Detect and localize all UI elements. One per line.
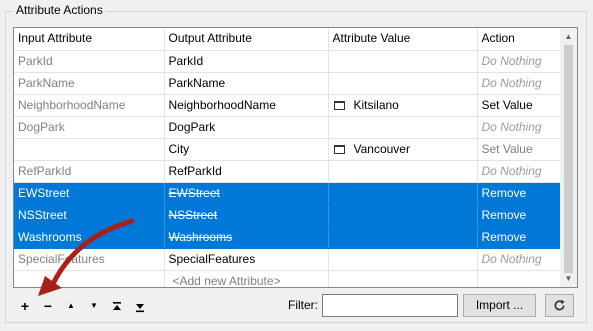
output-attribute-cell[interactable]: NeighborhoodName — [164, 94, 329, 117]
attribute-value-label: Vancouver — [353, 141, 410, 156]
output-attribute-cell[interactable]: DogPark — [164, 116, 329, 139]
output-attribute-label: ParkName — [168, 75, 226, 90]
output-attribute-label: Washrooms — [168, 229, 233, 244]
move-to-top-icon — [113, 302, 121, 311]
action-cell[interactable]: Remove — [477, 204, 562, 227]
attribute-table: Input Attribute Output Attribute Attribu… — [14, 28, 562, 287]
attribute-value-cell[interactable] — [328, 226, 478, 249]
column-header-output[interactable]: Output Attribute — [164, 28, 329, 51]
output-attribute-cell[interactable]: EWStreet — [164, 182, 329, 205]
table-row[interactable]: ParkId ParkId Do Nothing — [14, 50, 562, 73]
output-attribute-label: DogPark — [168, 119, 216, 134]
attribute-grid[interactable]: Input Attribute Output Attribute Attribu… — [13, 27, 578, 288]
import-button[interactable]: Import ... — [463, 294, 536, 317]
output-attribute-cell[interactable]: ParkId — [164, 50, 329, 73]
add-attribute-button[interactable]: + — [15, 298, 35, 314]
refresh-button[interactable] — [545, 294, 574, 317]
value-editor-icon[interactable] — [333, 144, 345, 154]
output-attribute-label: NeighborhoodName — [168, 97, 276, 112]
output-attribute-label: EWStreet — [168, 185, 220, 200]
action-cell[interactable]: Do Nothing — [477, 50, 562, 73]
filter-label: Filter: — [288, 298, 318, 312]
table-row[interactable]: EWStreet EWStreet Remove — [14, 182, 562, 205]
empty-cell[interactable] — [14, 270, 165, 287]
table-row[interactable]: RefParkId RefParkId Do Nothing — [14, 160, 562, 183]
scroll-up-icon[interactable]: ▲ — [560, 28, 577, 45]
attribute-value-cell[interactable]: Vancouver — [328, 138, 478, 161]
attribute-value-cell[interactable] — [328, 248, 478, 271]
table-row[interactable]: ParkName ParkName Do Nothing — [14, 72, 562, 95]
table-row[interactable]: NeighborhoodName NeighborhoodName Kitsilan… — [14, 94, 562, 117]
action-cell[interactable]: Set Value — [477, 138, 562, 161]
move-up-button[interactable]: ▲ — [61, 298, 81, 314]
input-attribute-cell[interactable]: Washrooms — [14, 226, 165, 249]
output-attribute-label: City — [168, 141, 190, 156]
input-attribute-cell[interactable]: SpecialFeatures — [14, 248, 165, 271]
input-attribute-cell[interactable]: RefParkId — [14, 160, 165, 183]
value-editor-icon[interactable] — [333, 100, 345, 110]
attribute-value-cell[interactable] — [328, 182, 478, 205]
input-attribute-cell[interactable]: NSStreet — [14, 204, 165, 227]
attribute-value-cell[interactable] — [328, 204, 478, 227]
group-title: Attribute Actions — [13, 3, 106, 17]
output-attribute-label: ParkId — [168, 53, 204, 68]
filter-input[interactable] — [322, 294, 458, 317]
move-to-top-button[interactable] — [107, 298, 127, 314]
input-attribute-cell[interactable]: NeighborhoodName — [14, 94, 165, 117]
column-header-value[interactable]: Attribute Value — [328, 28, 478, 51]
input-attribute-cell[interactable]: EWStreet — [14, 182, 165, 205]
table-row[interactable]: DogPark DogPark Do Nothing — [14, 116, 562, 139]
attribute-value-cell[interactable] — [328, 160, 478, 183]
action-cell[interactable]: Do Nothing — [477, 72, 562, 95]
move-to-bottom-button[interactable] — [130, 298, 150, 314]
add-new-attribute-cell[interactable]: <Add new Attribute> — [164, 270, 329, 287]
action-cell[interactable]: Do Nothing — [477, 116, 562, 139]
action-cell[interactable]: Do Nothing — [477, 248, 562, 271]
attribute-value-label: Kitsilano — [353, 97, 399, 112]
output-attribute-cell[interactable]: RefParkId — [164, 160, 329, 183]
input-attribute-cell[interactable]: DogPark — [14, 116, 165, 139]
action-cell[interactable]: Do Nothing — [477, 160, 562, 183]
header-row: Input Attribute Output Attribute Attribu… — [14, 28, 562, 51]
output-attribute-cell[interactable]: City — [164, 138, 329, 161]
move-to-bottom-icon — [136, 304, 144, 313]
scroll-down-icon[interactable]: ▼ — [560, 270, 577, 287]
attribute-value-cell[interactable] — [328, 116, 478, 139]
empty-cell[interactable] — [328, 270, 478, 287]
remove-attribute-button[interactable]: − — [38, 298, 58, 314]
table-row[interactable]: Washrooms Washrooms Remove — [14, 226, 562, 249]
input-attribute-cell[interactable]: ParkName — [14, 72, 165, 95]
action-cell[interactable]: Remove — [477, 182, 562, 205]
table-row[interactable]: NSStreet NSStreet Remove — [14, 204, 562, 227]
table-row[interactable]: City Vancouver Set Value — [14, 138, 562, 161]
scroll-thumb[interactable] — [564, 45, 573, 273]
attribute-value-cell[interactable]: Kitsilano — [328, 94, 478, 117]
refresh-icon — [554, 299, 565, 311]
column-header-input[interactable]: Input Attribute — [14, 28, 165, 51]
vertical-scrollbar[interactable]: ▲ ▼ — [560, 28, 577, 287]
column-header-action[interactable]: Action — [477, 28, 562, 51]
output-attribute-cell[interactable]: SpecialFeatures — [164, 248, 329, 271]
input-attribute-cell[interactable]: ParkId — [14, 50, 165, 73]
empty-cell[interactable] — [477, 270, 562, 287]
output-attribute-label: RefParkId — [168, 163, 222, 178]
move-down-button[interactable]: ▼ — [84, 298, 104, 314]
output-attribute-label: NSStreet — [168, 207, 218, 222]
output-attribute-cell[interactable]: ParkName — [164, 72, 329, 95]
add-attribute-row[interactable]: <Add new Attribute> — [14, 270, 562, 287]
action-cell[interactable]: Set Value — [477, 94, 562, 117]
attribute-value-cell[interactable] — [328, 72, 478, 95]
output-attribute-label: SpecialFeatures — [168, 251, 256, 266]
attribute-value-cell[interactable] — [328, 50, 478, 73]
action-cell[interactable]: Remove — [477, 226, 562, 249]
output-attribute-cell[interactable]: Washrooms — [164, 226, 329, 249]
table-row[interactable]: SpecialFeatures SpecialFeatures Do Nothing — [14, 248, 562, 271]
input-attribute-cell[interactable] — [14, 138, 165, 161]
output-attribute-cell[interactable]: NSStreet — [164, 204, 329, 227]
